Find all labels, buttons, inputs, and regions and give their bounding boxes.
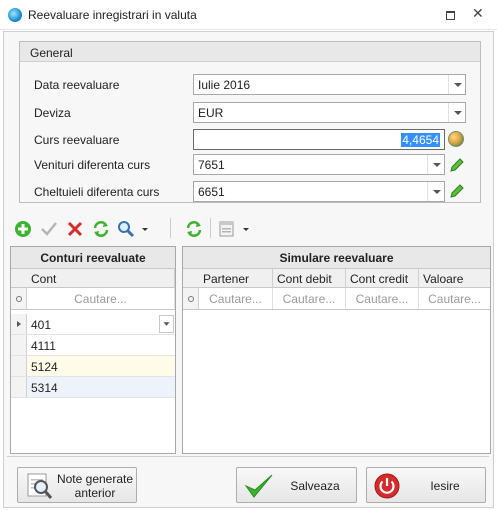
venituri-combo[interactable]: 7651	[193, 154, 445, 175]
toolbar-separator	[210, 218, 211, 238]
column-header-cont-debit[interactable]: Cont debit	[273, 269, 346, 288]
chevron-down-icon[interactable]	[427, 155, 444, 174]
general-group-header: General	[20, 42, 480, 62]
column-header-cont[interactable]: Cont	[27, 269, 175, 288]
deviza-label: Deviza	[34, 106, 71, 120]
chevron-down-icon[interactable]	[448, 75, 465, 94]
simulare-grid: Simulare reevaluare Partener Cont debit …	[182, 246, 491, 454]
venituri-value: 7651	[198, 158, 225, 172]
data-reevaluare-label: Data reevaluare	[34, 78, 120, 92]
cheltuieli-combo[interactable]: 6651	[193, 181, 445, 202]
general-group-title: General	[30, 46, 73, 60]
conturi-grid-title: Conturi reevaluate	[11, 247, 175, 269]
title-bar: Reevaluare inregistrari in valuta ✕	[0, 0, 497, 30]
column-header-cont-credit[interactable]: Cont credit	[346, 269, 419, 288]
column-header-valoare[interactable]: Valoare	[419, 269, 490, 288]
cheltuieli-value: 6651	[198, 185, 225, 199]
valoare-filter-input[interactable]: Cautare...	[419, 288, 490, 309]
chevron-down-icon[interactable]	[159, 315, 174, 333]
pencil-icon[interactable]	[448, 182, 466, 200]
row-indicator-icon	[11, 314, 27, 334]
search-icon[interactable]	[116, 219, 136, 239]
simulare-filter-row: Cautare... Cautare... Cautare... Cautare…	[183, 288, 490, 310]
filter-pin-icon	[183, 288, 199, 309]
window-title: Reevaluare inregistrari in valuta	[28, 8, 197, 22]
chevron-down-icon[interactable]	[448, 103, 465, 122]
deviza-value: EUR	[198, 106, 224, 120]
data-reevaluare-value: Iulie 2016	[198, 78, 251, 92]
layout-icon[interactable]	[217, 219, 237, 239]
note-generate-label: Note generate anterior	[56, 472, 134, 500]
globe-icon[interactable]	[448, 131, 464, 147]
close-icon[interactable]: ✕	[472, 6, 484, 20]
cont-credit-filter-input[interactable]: Cautare...	[346, 288, 419, 309]
partener-filter-input[interactable]: Cautare...	[199, 288, 273, 309]
power-icon	[374, 473, 400, 499]
exit-button[interactable]: Iesire	[366, 467, 486, 503]
cont-cell: 401	[31, 318, 52, 332]
note-generate-button[interactable]: Note generate anterior	[17, 467, 137, 503]
pencil-icon[interactable]	[448, 156, 466, 174]
row-indicator	[11, 335, 27, 355]
cont-cell: 4111	[31, 339, 56, 353]
filter-pin-icon	[11, 288, 27, 309]
table-row[interactable]: 401	[11, 314, 175, 335]
layout-dropdown-icon[interactable]	[243, 226, 251, 234]
cont-cell: 5124	[31, 360, 58, 374]
curs-reevaluare-value: 4,4654	[401, 133, 440, 147]
row-indicator	[11, 356, 27, 376]
refresh-icon[interactable]	[91, 219, 111, 239]
conturi-filter-row: Cautare...	[11, 288, 175, 310]
chevron-down-icon[interactable]	[427, 182, 444, 201]
check-icon[interactable]	[39, 219, 59, 239]
delete-icon[interactable]	[65, 219, 85, 239]
save-label: Salveaza	[290, 479, 340, 493]
check-icon	[244, 474, 273, 498]
data-reevaluare-combo[interactable]: Iulie 2016	[193, 74, 466, 95]
app-icon	[8, 8, 22, 22]
venituri-label: Venituri diferenta curs	[34, 158, 151, 172]
exit-label: Iesire	[430, 479, 460, 493]
toolbar-separator	[170, 218, 171, 238]
simulare-grid-title: Simulare reevaluare	[183, 247, 490, 269]
cont-debit-filter-input[interactable]: Cautare...	[273, 288, 346, 309]
conturi-column-header-row: Cont	[11, 269, 175, 288]
curs-reevaluare-input[interactable]: 4,4654	[193, 129, 445, 150]
add-icon[interactable]	[13, 219, 33, 239]
column-header-partener[interactable]: Partener	[199, 269, 273, 288]
table-row[interactable]: 5314	[11, 377, 175, 398]
table-row[interactable]: 4111	[11, 335, 175, 356]
search-dropdown-icon[interactable]	[142, 226, 150, 234]
row-indicator	[11, 377, 27, 397]
cont-filter-input[interactable]: Cautare...	[27, 288, 175, 309]
refresh-icon[interactable]	[184, 219, 204, 239]
cont-cell: 5314	[31, 381, 58, 395]
deviza-combo[interactable]: EUR	[193, 102, 466, 123]
curs-reevaluare-label: Curs reevaluare	[34, 133, 120, 147]
simulare-column-header-row: Partener Cont debit Cont credit Valoare	[183, 269, 490, 288]
bottom-divider	[7, 456, 489, 457]
cheltuieli-label: Cheltuieli diferenta curs	[34, 185, 160, 199]
magnifier-document-icon	[27, 473, 53, 499]
conturi-grid: Conturi reevaluate Cont Cautare... 401 4…	[10, 246, 176, 454]
save-button[interactable]: Salveaza	[236, 467, 357, 503]
restore-icon[interactable]	[443, 8, 457, 22]
table-row[interactable]: 5124	[11, 356, 175, 377]
